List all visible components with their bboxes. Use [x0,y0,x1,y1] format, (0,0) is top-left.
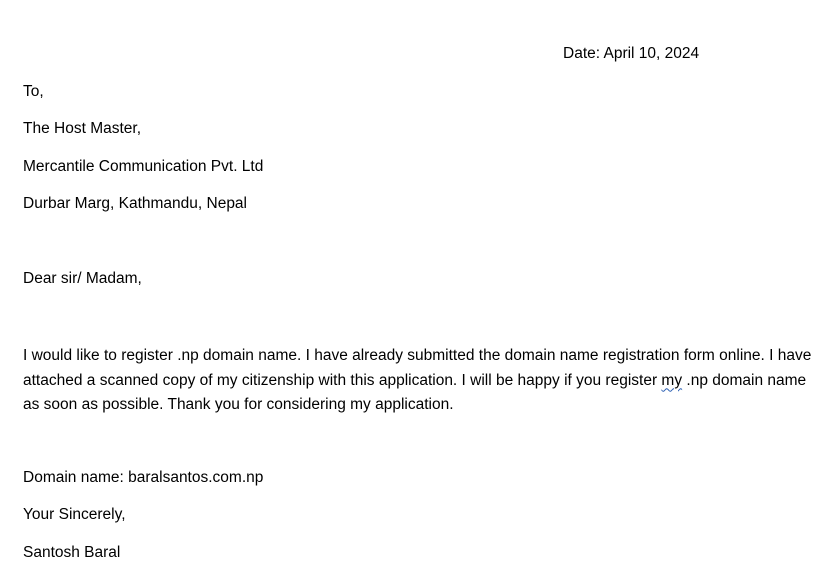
closing: Your Sincerely, [23,506,126,523]
recipient-address: Durbar Marg, Kathmandu, Nepal [23,195,248,212]
letter-document: Date: April 10, 2024 To, The Host Master… [0,0,832,572]
recipient-name: The Host Master, [23,120,142,137]
signature: Santosh Baral [23,544,121,561]
recipient-company: Mercantile Communication Pvt. Ltd [23,158,264,175]
body-paragraph: I would like to register .np domain name… [23,344,813,418]
letter-date: Date: April 10, 2024 [563,45,700,62]
spellcheck-flagged-word[interactable]: my [661,372,682,389]
recipient-to: To, [23,83,44,100]
domain-name-line: Domain name: baralsantos.com.np [23,469,264,486]
greeting: Dear sir/ Madam, [23,270,142,287]
